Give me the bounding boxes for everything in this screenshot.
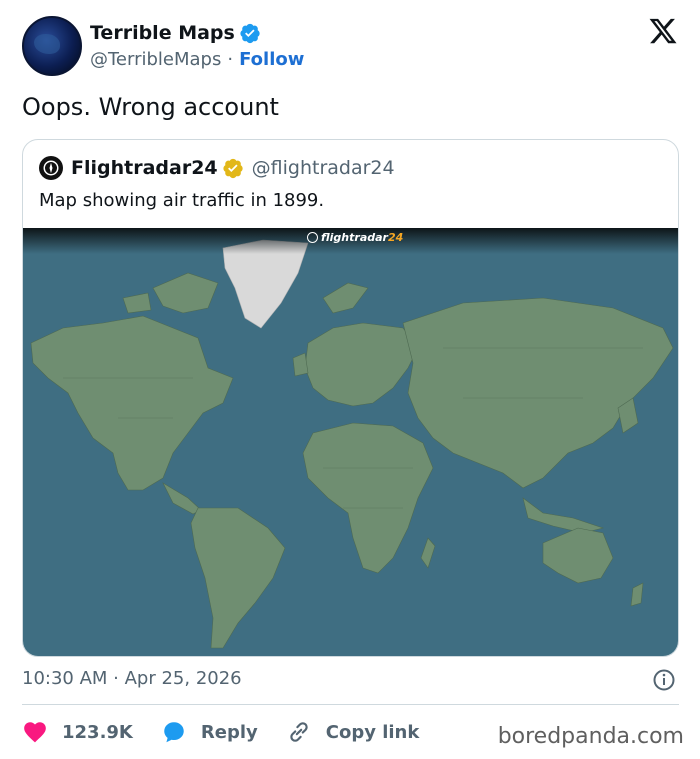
author-name-row: Terrible Maps: [90, 22, 261, 44]
verified-badge-icon: [240, 23, 260, 44]
reply-button[interactable]: Reply: [161, 719, 258, 745]
like-count: 123.9K: [62, 721, 133, 743]
fr-logo-text: flightradar: [321, 231, 388, 244]
tweet-actions: 123.9K Reply Copy link: [22, 718, 447, 746]
heart-icon: [24, 722, 46, 743]
quoted-author-avatar[interactable]: [39, 156, 63, 180]
world-map-image[interactable]: flightradar 24: [23, 228, 678, 656]
follow-button[interactable]: Follow: [239, 49, 304, 70]
info-icon[interactable]: [652, 668, 676, 692]
handle-separator: ·: [227, 49, 234, 70]
flightradar-logo-icon: [43, 160, 59, 176]
radar-logo-icon: [307, 232, 318, 243]
divider: [22, 704, 679, 705]
copy-link-button[interactable]: Copy link: [286, 719, 420, 745]
site-watermark: boredpanda.com: [497, 724, 684, 749]
author-handle[interactable]: @TerribleMaps: [90, 49, 221, 70]
author-display-name[interactable]: Terrible Maps: [90, 22, 235, 44]
quoted-author-handle[interactable]: @flightradar24: [252, 157, 395, 179]
flightradar-watermark: flightradar 24: [307, 231, 403, 244]
quoted-author-name[interactable]: Flightradar24: [71, 157, 218, 179]
world-map-graphic: [30, 239, 674, 649]
tweet-text: Oops. Wrong account: [22, 93, 279, 121]
tweet-timestamp[interactable]: 10:30 AM · Apr 25, 2026: [22, 668, 242, 689]
quoted-tweet-header: Flightradar24 @flightradar24: [39, 156, 395, 180]
author-handle-row: @TerribleMaps · Follow: [90, 49, 304, 70]
fr-logo-number: 24: [387, 231, 404, 244]
like-button[interactable]: 123.9K: [22, 719, 133, 745]
x-logo-icon[interactable]: [648, 16, 678, 46]
quoted-tweet-text: Map showing air traffic in 1899.: [39, 190, 325, 211]
reply-label: Reply: [200, 721, 258, 743]
reply-bubble-icon: [164, 722, 184, 743]
copy-link-label: Copy link: [325, 721, 420, 743]
tweet-header: Terrible Maps @TerribleMaps · Follow: [22, 16, 682, 78]
quoted-tweet-card[interactable]: Flightradar24 @flightradar24 Map showing…: [22, 139, 679, 657]
gold-verified-badge-icon: [223, 158, 243, 179]
link-icon: [290, 722, 308, 742]
author-avatar[interactable]: [22, 16, 82, 76]
